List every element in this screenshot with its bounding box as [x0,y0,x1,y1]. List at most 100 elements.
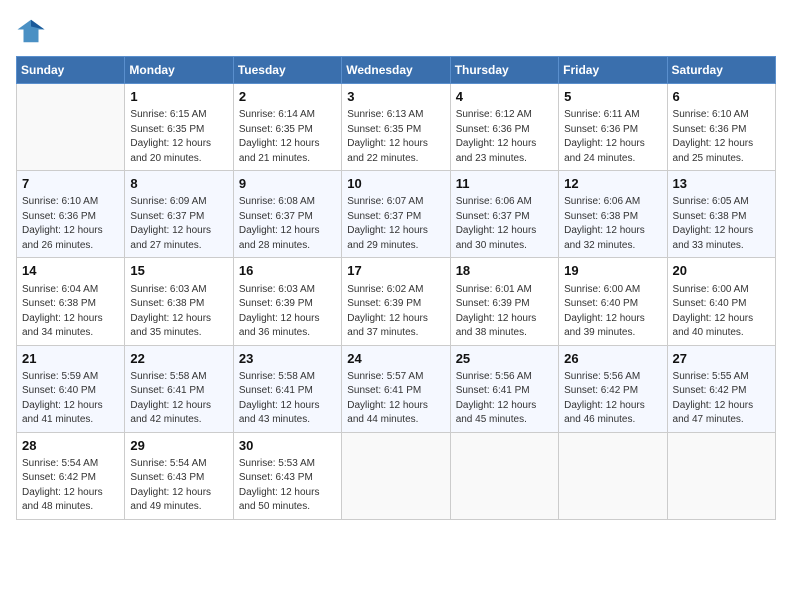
calendar-cell: 2 Sunrise: 6:14 AM Sunset: 6:35 PM Daylig… [233,84,341,171]
calendar-cell: 6 Sunrise: 6:10 AM Sunset: 6:36 PM Daylig… [667,84,775,171]
day-number: 9 [239,175,336,193]
calendar-cell: 26 Sunrise: 5:56 AM Sunset: 6:42 PM Dayli… [559,345,667,432]
calendar-cell: 18Sunrise: 6:01 AM Sunset: 6:39 PM Dayli… [450,258,558,345]
day-info: Sunrise: 6:03 AM Sunset: 6:39 PM Dayligh… [239,283,336,341]
day-info: Sunrise: 6:15 AM Sunset: 6:35 PM Dayligh… [130,108,227,166]
day-number: 26 [564,350,661,368]
calendar-cell: 20Sunrise: 6:00 AM Sunset: 6:40 PM Dayli… [667,258,775,345]
calendar-cell: 23Sunrise: 5:58 AM Sunset: 6:41 PM Dayli… [233,345,341,432]
day-number: 7 [22,175,119,193]
day-number: 11 [456,175,553,193]
day-number: 3 [347,88,444,106]
calendar-cell: 15Sunrise: 6:03 AM Sunset: 6:38 PM Dayli… [125,258,233,345]
day-number: 6 [673,88,770,106]
day-number: 14 [22,262,119,280]
day-info: Sunrise: 6:05 AM Sunset: 6:38 PM Dayligh… [673,195,770,253]
day-info: Sunrise: 6:11 AM Sunset: 6:36 PM Dayligh… [564,108,661,166]
day-number: 21 [22,350,119,368]
day-info: Sunrise: 6:07 AM Sunset: 6:37 PM Dayligh… [347,195,444,253]
header-saturday: Saturday [667,57,775,84]
calendar-cell: 4Sunrise: 6:12 AM Sunset: 6:36 PM Daylig… [450,84,558,171]
day-number: 2 [239,88,336,106]
day-number: 30 [239,437,336,455]
day-info: Sunrise: 5:54 AM Sunset: 6:42 PM Dayligh… [22,457,119,515]
calendar-cell: 30 Sunrise: 5:53 AM Sunset: 6:43 PM Dayli… [233,432,341,519]
day-info: Sunrise: 6:09 AM Sunset: 6:37 PM Dayligh… [130,195,227,253]
day-info: Sunrise: 5:54 AM Sunset: 6:43 PM Dayligh… [130,457,227,515]
calendar-cell: 17 Sunrise: 6:02 AM Sunset: 6:39 PM Dayli… [342,258,450,345]
calendar-cell: 9 Sunrise: 6:08 AM Sunset: 6:37 PM Daylig… [233,171,341,258]
day-info: Sunrise: 6:03 AM Sunset: 6:38 PM Dayligh… [130,283,227,341]
day-number: 17 [347,262,444,280]
calendar-cell: 29 Sunrise: 5:54 AM Sunset: 6:43 PM Dayli… [125,432,233,519]
calendar-cell [450,432,558,519]
day-info: Sunrise: 6:01 AM Sunset: 6:39 PM Dayligh… [456,283,553,341]
calendar-cell [559,432,667,519]
calendar-cell: 16 Sunrise: 6:03 AM Sunset: 6:39 PM Dayli… [233,258,341,345]
calendar-cell: 7 Sunrise: 6:10 AM Sunset: 6:36 PM Daylig… [17,171,125,258]
header-friday: Friday [559,57,667,84]
header-wednesday: Wednesday [342,57,450,84]
calendar-cell [17,84,125,171]
calendar-cell: 25Sunrise: 5:56 AM Sunset: 6:41 PM Dayli… [450,345,558,432]
day-info: Sunrise: 6:10 AM Sunset: 6:36 PM Dayligh… [673,108,770,166]
day-number: 23 [239,350,336,368]
day-number: 10 [347,175,444,193]
calendar-cell: 24Sunrise: 5:57 AM Sunset: 6:41 PM Dayli… [342,345,450,432]
day-info: Sunrise: 5:58 AM Sunset: 6:41 PM Dayligh… [130,370,227,428]
day-info: Sunrise: 6:06 AM Sunset: 6:38 PM Dayligh… [564,195,661,253]
calendar-cell: 21Sunrise: 5:59 AM Sunset: 6:40 PM Dayli… [17,345,125,432]
calendar-header-row: SundayMondayTuesdayWednesdayThursdayFrid… [17,57,776,84]
week-row-1: 1 Sunrise: 6:15 AM Sunset: 6:35 PM Daylig… [17,84,776,171]
calendar-cell: 3 Sunrise: 6:13 AM Sunset: 6:35 PM Daylig… [342,84,450,171]
day-number: 1 [130,88,227,106]
day-info: Sunrise: 6:08 AM Sunset: 6:37 PM Dayligh… [239,195,336,253]
logo-icon [16,16,46,46]
week-row-2: 7 Sunrise: 6:10 AM Sunset: 6:36 PM Daylig… [17,171,776,258]
day-number: 16 [239,262,336,280]
day-number: 8 [130,175,227,193]
calendar-cell: 28Sunrise: 5:54 AM Sunset: 6:42 PM Dayli… [17,432,125,519]
header [16,16,776,46]
day-number: 19 [564,262,661,280]
calendar-cell: 1 Sunrise: 6:15 AM Sunset: 6:35 PM Daylig… [125,84,233,171]
day-info: Sunrise: 6:04 AM Sunset: 6:38 PM Dayligh… [22,283,119,341]
day-number: 27 [673,350,770,368]
header-tuesday: Tuesday [233,57,341,84]
week-row-4: 21Sunrise: 5:59 AM Sunset: 6:40 PM Dayli… [17,345,776,432]
week-row-3: 14 Sunrise: 6:04 AM Sunset: 6:38 PM Dayli… [17,258,776,345]
day-info: Sunrise: 6:00 AM Sunset: 6:40 PM Dayligh… [564,283,661,341]
day-info: Sunrise: 5:57 AM Sunset: 6:41 PM Dayligh… [347,370,444,428]
calendar-cell: 8 Sunrise: 6:09 AM Sunset: 6:37 PM Daylig… [125,171,233,258]
calendar-cell: 19 Sunrise: 6:00 AM Sunset: 6:40 PM Dayli… [559,258,667,345]
day-number: 22 [130,350,227,368]
day-info: Sunrise: 6:12 AM Sunset: 6:36 PM Dayligh… [456,108,553,166]
day-info: Sunrise: 6:10 AM Sunset: 6:36 PM Dayligh… [22,195,119,253]
calendar-cell: 12 Sunrise: 6:06 AM Sunset: 6:38 PM Dayli… [559,171,667,258]
header-sunday: Sunday [17,57,125,84]
day-number: 12 [564,175,661,193]
day-info: Sunrise: 6:06 AM Sunset: 6:37 PM Dayligh… [456,195,553,253]
calendar-cell [667,432,775,519]
day-info: Sunrise: 5:56 AM Sunset: 6:42 PM Dayligh… [564,370,661,428]
day-info: Sunrise: 6:00 AM Sunset: 6:40 PM Dayligh… [673,283,770,341]
calendar-cell: 10 Sunrise: 6:07 AM Sunset: 6:37 PM Dayli… [342,171,450,258]
day-number: 29 [130,437,227,455]
calendar: SundayMondayTuesdayWednesdayThursdayFrid… [16,56,776,520]
day-info: Sunrise: 5:55 AM Sunset: 6:42 PM Dayligh… [673,370,770,428]
day-number: 5 [564,88,661,106]
calendar-cell: 22 Sunrise: 5:58 AM Sunset: 6:41 PM Dayli… [125,345,233,432]
calendar-cell: 27 Sunrise: 5:55 AM Sunset: 6:42 PM Dayli… [667,345,775,432]
day-info: Sunrise: 6:02 AM Sunset: 6:39 PM Dayligh… [347,283,444,341]
header-thursday: Thursday [450,57,558,84]
calendar-cell: 11 Sunrise: 6:06 AM Sunset: 6:37 PM Dayli… [450,171,558,258]
day-number: 25 [456,350,553,368]
calendar-cell: 5 Sunrise: 6:11 AM Sunset: 6:36 PM Daylig… [559,84,667,171]
day-info: Sunrise: 6:13 AM Sunset: 6:35 PM Dayligh… [347,108,444,166]
calendar-cell [342,432,450,519]
day-info: Sunrise: 5:53 AM Sunset: 6:43 PM Dayligh… [239,457,336,515]
calendar-cell: 14 Sunrise: 6:04 AM Sunset: 6:38 PM Dayli… [17,258,125,345]
week-row-5: 28Sunrise: 5:54 AM Sunset: 6:42 PM Dayli… [17,432,776,519]
day-info: Sunrise: 6:14 AM Sunset: 6:35 PM Dayligh… [239,108,336,166]
day-number: 13 [673,175,770,193]
